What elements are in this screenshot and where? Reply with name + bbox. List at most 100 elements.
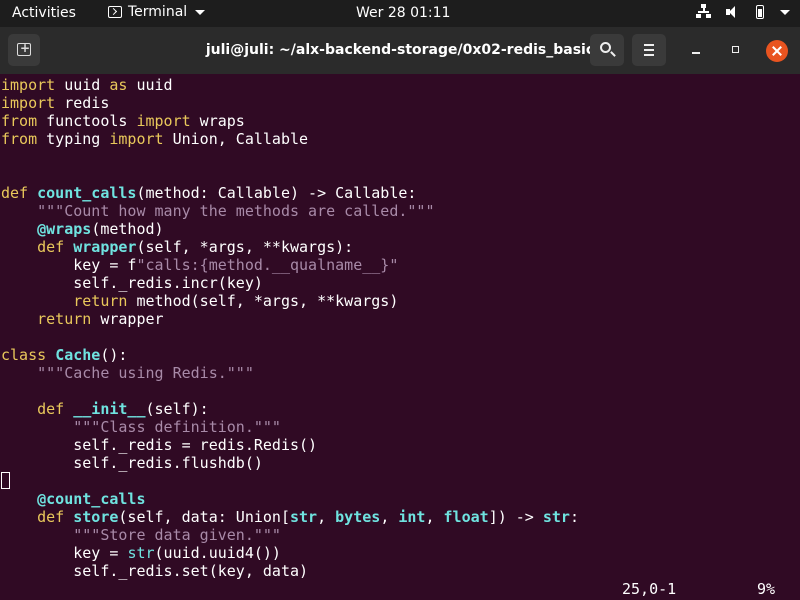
code-token: (self): [145,400,209,418]
code-token: redis [55,94,110,112]
code-line: self._redis.flushdb() [1,454,800,472]
code-line: class Cache(): [1,346,800,364]
code-line: def store(self, data: Union[str, bytes, … [1,508,800,526]
code-token: (self, *args, **kwargs): [136,238,354,256]
code-line: """Store data given.""" [1,526,800,544]
code-token: @wraps [37,220,92,238]
code-token: method(self, *args, **kwargs) [127,292,399,310]
code-token: bytes [335,508,381,526]
close-button[interactable] [766,40,788,62]
code-token: (self, data: Union[ [118,508,290,526]
search-button[interactable] [590,34,624,66]
code-token: (): [100,346,128,364]
code-line: """Cache using Redis.""" [1,364,800,382]
code-token: (method) [91,220,164,238]
code-line: def count_calls(method: Callable) -> Cal… [1,184,800,202]
vim-editor-buffer[interactable]: import uuid as uuid import redis from func… [1,76,800,580]
activities-button[interactable]: Activities [12,5,76,21]
code-line: key = str(uuid.uuid4()) [1,544,800,562]
code-line: def wrapper(self, *args, **kwargs): [1,238,800,256]
code-token: @count_calls [37,490,146,508]
code-line [1,472,800,490]
code-token: as [109,76,128,94]
network-icon [696,4,712,20]
code-token: import [136,112,191,130]
code-token: str [127,544,155,562]
code-token: "calls:{method.__qualname__}" [136,256,399,274]
code-line: def __init__(self): [1,400,800,418]
code-token: , [317,508,336,526]
code-token: """Class definition.""" [73,418,281,436]
code-token: def [37,508,65,526]
code-token: """Store data given.""" [73,526,281,544]
code-line: @wraps(method) [1,220,800,238]
code-token: wrapper [91,310,164,328]
battery-icon [756,5,764,19]
code-token: return [73,292,128,310]
code-token: def [37,238,65,256]
scroll-percent: 9% [757,580,776,598]
vim-status-line: 25,0-1 9% [0,580,800,598]
code-token: import [109,130,164,148]
code-token: (uuid.uuid4()) [154,544,281,562]
code-token: : [569,508,579,526]
code-token: store [73,508,119,526]
code-token: key = [1,544,128,562]
code-line: return wrapper [1,310,800,328]
code-token: float [443,508,489,526]
code-token: , [425,508,444,526]
hamburger-menu-button[interactable] [632,34,666,66]
code-line: """Class definition.""" [1,418,800,436]
system-top-bar: Activities Terminal Wer 28 01:11 [0,0,800,27]
code-token: uuid [55,76,110,94]
clock[interactable]: Wer 28 01:11 [356,5,450,21]
code-token: import [1,94,56,112]
code-token: self._redis.incr(key) [1,274,263,292]
code-token: count_calls [37,184,137,202]
terminal-icon [108,6,122,18]
maximize-button[interactable] [727,41,745,59]
minimize-button[interactable] [688,41,706,59]
code-token: def [1,184,29,202]
code-token: self._redis.set(key, data) [1,562,309,580]
code-line: self._redis.incr(key) [1,274,800,292]
window-title: juli@juli: ~/alx-backend-storage/0x02-re… [205,42,595,58]
app-name: Terminal [128,4,188,20]
code-token: wraps [190,112,245,130]
code-token: wrapper [73,238,137,256]
volume-icon [726,5,742,19]
code-line: from typing import Union, Callable [1,130,800,148]
code-line: """Count how many the methods are called… [1,202,800,220]
system-tray[interactable] [696,4,790,20]
code-token: self._redis = redis.Redis() [1,436,318,454]
code-token: (method: Callable) -> Callable: [136,184,417,202]
code-token: def [37,400,65,418]
text-cursor [1,472,10,489]
code-line: from functools import wraps [1,112,800,130]
code-token: __init__ [73,400,146,418]
code-line: return method(self, *args, **kwargs) [1,292,800,310]
code-token: return [37,310,92,328]
app-menu[interactable]: Terminal [108,4,206,20]
code-token: self._redis.flushdb() [1,454,263,472]
code-token: Cache [55,346,101,364]
code-token: str [290,508,318,526]
code-token: from [1,130,38,148]
